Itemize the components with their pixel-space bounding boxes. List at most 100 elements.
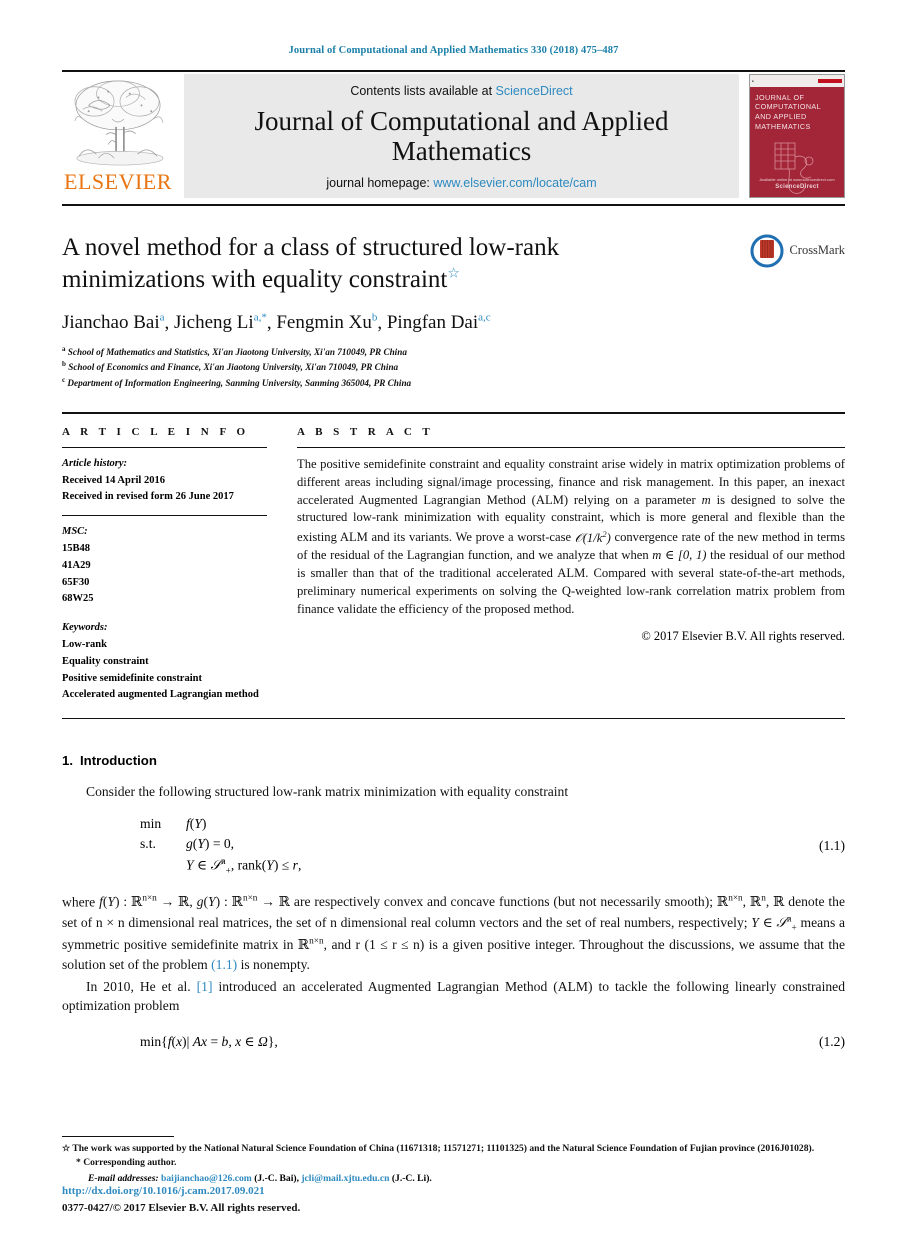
- affiliation-b-text: School of Economics and Finance, Xi'an J…: [68, 362, 399, 373]
- equation-1-1-kw-blank: [140, 855, 186, 878]
- footnote-rule: [62, 1135, 174, 1137]
- info-abstract-grid: A R T I C L E I N F O Article history: R…: [62, 426, 845, 704]
- journal-title: Journal of Computational and Applied Mat…: [254, 105, 669, 166]
- section-heading-introduction: 1. Introduction: [62, 753, 845, 768]
- author-3[interactable]: Pingfan Daia,c: [387, 312, 491, 333]
- cover-footer: Available online at www.sciencedirect.co…: [750, 177, 844, 192]
- elsevier-wordmark: ELSEVIER: [64, 168, 172, 194]
- msc-code-2: 65F30: [62, 576, 90, 588]
- equation-1-2-expression: min{f(x)| Ax = b, x ∈ Ω},: [140, 1034, 278, 1050]
- author-2[interactable]: Fengmin Xub: [276, 312, 377, 333]
- author-2-marks: b: [371, 311, 378, 324]
- doi-link[interactable]: http://dx.doi.org/10.1016/j.cam.2017.09.…: [62, 1183, 300, 1200]
- keyword-1: Equality constraint: [62, 655, 149, 667]
- author-list: Jianchao Baia, Jicheng Lia,*, Fengmin Xu…: [62, 311, 491, 333]
- article-history-revised: Received in revised form 26 June 2017: [62, 491, 234, 503]
- author-0[interactable]: Jianchao Baia: [62, 312, 165, 333]
- intro-p2-tail: is nonempty.: [237, 956, 310, 972]
- intro-p3-citation[interactable]: [1]: [197, 979, 213, 994]
- keywords-label: Keywords:: [62, 622, 108, 634]
- email-owner-1: (J.-C. Li): [391, 1172, 430, 1184]
- equation-1-1-number: (1.1): [818, 837, 845, 853]
- cover-top-strip: ■: [750, 74, 844, 87]
- homepage-prefix: journal homepage:: [326, 176, 434, 191]
- equation-1-1-kw-st: s.t.: [140, 836, 156, 852]
- footnote-block: ☆ The work was supported by the National…: [62, 1135, 845, 1186]
- contents-available-line: Contents lists available at ScienceDirec…: [350, 84, 572, 98]
- masthead-bottom-rule: [62, 203, 845, 206]
- affiliation-c: c Department of Information Engineering,…: [62, 375, 845, 390]
- affiliation-b-mark: b: [62, 360, 66, 369]
- abstract-text: The positive semidefinite constraint and…: [297, 456, 845, 619]
- author-2-name: Fengmin Xu: [276, 311, 372, 333]
- footnote-funding-mark: ☆: [62, 1142, 71, 1153]
- sciencedirect-link[interactable]: ScienceDirect: [496, 84, 573, 98]
- section-number: 1.: [62, 753, 73, 769]
- email-label: E-mail addresses:: [88, 1172, 159, 1184]
- equation-1-1-rows: min f(Y) s.t. g(Y) = 0, Y ∈ 𝒮n+, rank(Y)…: [140, 814, 845, 878]
- equation-1-1-line-3: Y ∈ 𝒮n+, rank(Y) ≤ r,: [140, 855, 845, 878]
- equation-1-2-number: (1.2): [818, 1034, 845, 1050]
- email-link-1[interactable]: jcli@mail.xjtu.edu.cn: [301, 1173, 389, 1184]
- equation-1-1-constraint-1: g(Y) = 0,: [186, 836, 235, 852]
- email-owner-0: (J.-C. Bai): [254, 1172, 297, 1184]
- title-footnote-mark[interactable]: ☆: [447, 266, 460, 281]
- crossmark-icon: [750, 234, 784, 268]
- abstract-big-o: 𝒪(1/k2): [574, 528, 611, 545]
- article-info-column: A R T I C L E I N F O Article history: R…: [62, 426, 267, 704]
- page-title: A novel method for a class of structured…: [62, 232, 702, 296]
- keyword-3: Accelerated augmented Lagrangian method: [62, 689, 259, 701]
- abstract-column: A B S T R A C T The positive semidefinit…: [267, 426, 845, 704]
- affiliation-list: a School of Mathematics and Statistics, …: [62, 344, 845, 390]
- author-3-name: Pingfan Dai: [386, 311, 479, 333]
- intro-paragraph-3: In 2010, He et al. [1] introduced an acc…: [62, 977, 845, 1016]
- masthead-top-rule: [62, 69, 845, 72]
- contents-prefix: Contents lists available at: [350, 83, 496, 98]
- affiliation-b: b School of Economics and Finance, Xi'an…: [62, 359, 845, 374]
- msc-rule: [62, 515, 267, 517]
- equation-1-1-objective: f(Y): [186, 815, 207, 831]
- affiliation-a-mark: a: [62, 344, 66, 353]
- cover-footer-publisher: ScienceDirect: [775, 183, 819, 190]
- equation-1-1-line-1: min f(Y): [140, 814, 845, 834]
- equation-1-2-block: min{f(x)| Ax = b, x ∈ Ω}, (1.2): [62, 1034, 845, 1050]
- elsevier-tree-icon: [74, 80, 164, 166]
- abstract-param-m: m: [701, 492, 711, 507]
- abstract-heading: A B S T R A C T: [297, 425, 434, 438]
- intro-p2-math: f(Y) : ℝn×n → ℝ, g(Y) : ℝn×n → ℝ are res…: [62, 892, 846, 972]
- affiliation-a: a School of Mathematics and Statistics, …: [62, 344, 845, 359]
- footnote-corresponding: * Corresponding author.: [62, 1156, 845, 1170]
- msc-keywords-gap: [62, 608, 267, 620]
- cover-footer-note: Available online at www.sciencedirect.co…: [759, 176, 835, 182]
- msc-code-0: 15B48: [62, 543, 91, 555]
- msc-label: MSC:: [62, 526, 88, 538]
- author-0-marks: a: [159, 311, 165, 324]
- section-title: Introduction: [80, 753, 157, 769]
- footnote-funding-text: The work was supported by the National N…: [72, 1142, 815, 1154]
- page-title-text: A novel method for a class of structured…: [62, 233, 560, 293]
- crossmark-badge[interactable]: CrossMark: [750, 234, 845, 268]
- affiliation-c-mark: c: [62, 375, 66, 384]
- intro-paragraph-1: Consider the following structured low-ra…: [86, 784, 569, 800]
- keyword-2: Positive semidefinite constraint: [62, 672, 202, 684]
- equation-1-1-kw-min: min: [140, 815, 162, 831]
- intro-p2-lead: where: [62, 894, 100, 910]
- affiliation-c-text: Department of Information Engineering, S…: [67, 377, 412, 388]
- journal-masthead: ELSEVIER Contents lists available at Sci…: [62, 73, 845, 198]
- author-1[interactable]: Jicheng Lia,*: [174, 312, 267, 333]
- article-info-heading: A R T I C L E I N F O: [62, 425, 250, 438]
- intro-p2-eqref[interactable]: (1.1): [211, 957, 237, 972]
- title-block: CrossMark A novel method for a class of …: [62, 232, 845, 390]
- footnote-funding: ☆ The work was supported by the National…: [62, 1142, 845, 1156]
- footnote-corresponding-text: Corresponding author.: [83, 1157, 177, 1169]
- journal-homepage-link[interactable]: www.elsevier.com/locate/cam: [433, 176, 596, 190]
- abstract-param-range: m ∈ [0, 1): [652, 548, 707, 563]
- intro-paragraph-2: where f(Y) : ℝn×n → ℝ, g(Y) : ℝn×n → ℝ a…: [62, 892, 845, 975]
- cover-title: JOURNAL OF COMPUTATIONAL AND APPLIED MAT…: [755, 92, 821, 131]
- author-1-name: Jicheng Li: [174, 311, 254, 333]
- journal-cover-thumbnail[interactable]: ■ JOURNAL OF COMPUTATIONAL AND APPLIED M…: [749, 73, 845, 198]
- article-history-received: Received 14 April 2016: [62, 474, 165, 486]
- email-link-0[interactable]: baijianchao@126.com: [161, 1173, 252, 1184]
- footnote-corresponding-mark: *: [76, 1157, 81, 1169]
- abstract-copyright: © 2017 Elsevier B.V. All rights reserved…: [641, 628, 845, 643]
